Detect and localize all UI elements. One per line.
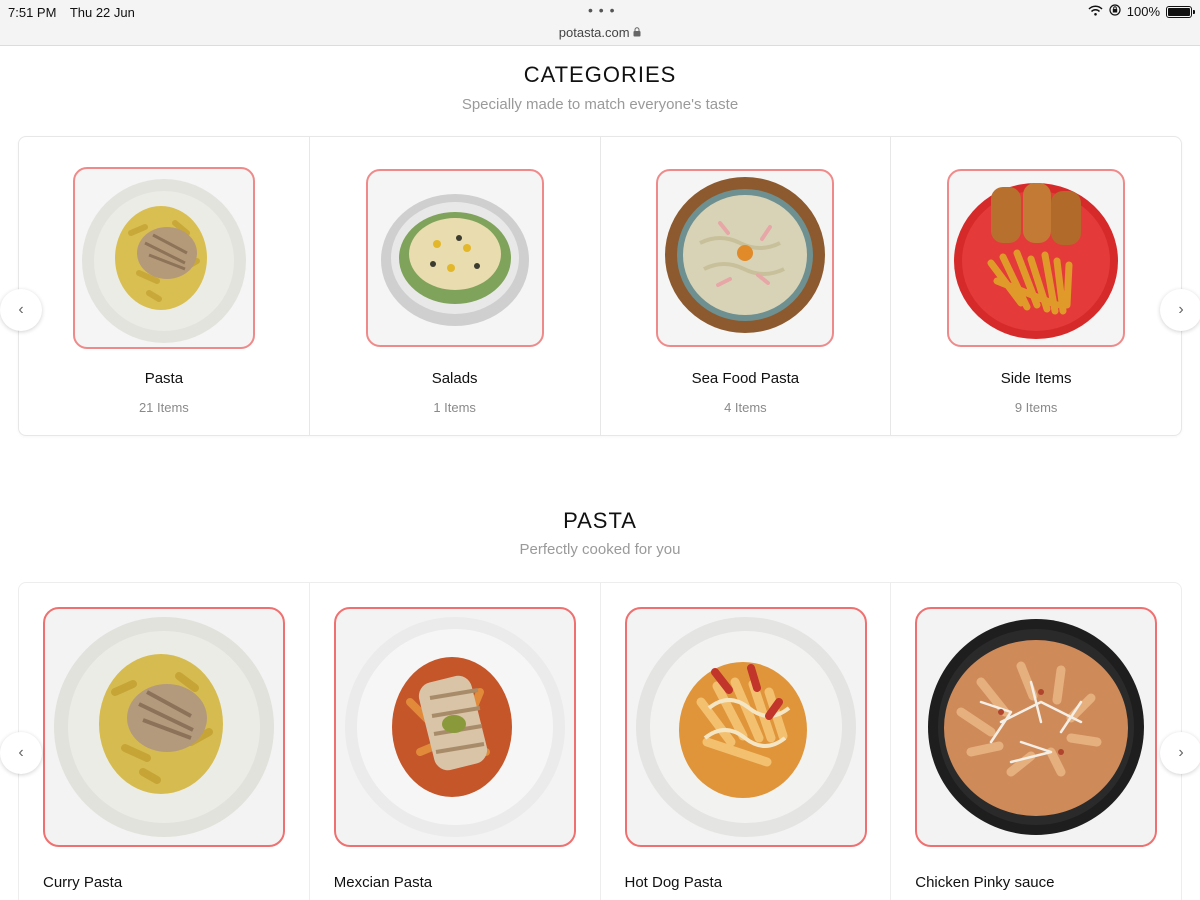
pasta-name: Curry Pasta	[43, 874, 123, 891]
chevron-left-icon: ‹	[18, 744, 24, 761]
categories-title: CATEGORIES	[523, 62, 677, 87]
status-time: 7:51 PM	[8, 5, 57, 20]
category-count: 4 Items	[724, 400, 767, 415]
pasta-carousel: Curry Pasta Mexcian Pasta Hot Dog Pasta …	[18, 582, 1182, 900]
wifi-icon	[1088, 4, 1103, 19]
chevron-right-icon: ›	[1178, 301, 1184, 318]
category-name: Salads	[431, 370, 478, 387]
category-image-sea-food-pasta	[656, 169, 835, 347]
category-image-pasta	[72, 167, 255, 349]
pasta-image-chicken-pinky	[915, 607, 1158, 847]
battery-percent: 100%	[1126, 4, 1160, 19]
pasta-name: Chicken Pinky sauce	[915, 874, 1055, 891]
status-time-date: 7:51 PM Thu 22 Jun	[8, 5, 145, 20]
category-count: 1 Items	[433, 400, 476, 415]
status-indicators: 100%	[1088, 4, 1195, 19]
status-bar: 7:51 PM Thu 22 Jun • • • potasta.com 100…	[0, 0, 1200, 46]
pasta-name: Hot Dog Pasta	[624, 874, 723, 891]
pasta-image-mexcian	[333, 607, 576, 847]
category-count: 9 Items	[1014, 400, 1058, 415]
address-bar[interactable]: potasta.com	[0, 25, 1200, 40]
pasta-title: PASTA	[563, 508, 637, 533]
category-card-salads[interactable]: Salads 1 Items	[310, 137, 601, 435]
category-name: Pasta	[144, 370, 184, 387]
pasta-prev-button[interactable]: ‹	[0, 732, 42, 774]
categories-carousel: Pasta 21 Items Salads 1 Items Sea Food P…	[18, 136, 1182, 436]
status-date: Thu 22 Jun	[69, 5, 135, 20]
pasta-name: Mexcian Pasta	[333, 874, 433, 891]
category-card-sea-food-pasta[interactable]: Sea Food Pasta 4 Items	[601, 137, 892, 435]
category-name: Sea Food Pasta	[691, 370, 800, 387]
pasta-image-hot-dog	[624, 607, 867, 847]
url-text: potasta.com	[558, 25, 630, 40]
battery-icon	[1166, 5, 1195, 18]
category-count: 21 Items	[138, 400, 189, 415]
pasta-image-curry	[43, 607, 285, 847]
category-card-side-items[interactable]: Side Items 9 Items	[891, 137, 1181, 435]
pasta-card-curry[interactable]: Curry Pasta	[19, 583, 310, 900]
category-name: Side Items	[1000, 370, 1072, 387]
pasta-subtitle: Perfectly cooked for you	[519, 541, 681, 558]
categories-next-button[interactable]: ›	[1160, 289, 1200, 331]
pasta-card-chicken-pinky[interactable]: Chicken Pinky sauce	[891, 583, 1181, 900]
categories-subtitle: Specially made to match everyone's taste	[461, 96, 739, 113]
browser-menu-dots[interactable]: • • •	[588, 2, 615, 18]
battery-level	[1168, 7, 1190, 16]
pasta-card-mexcian[interactable]: Mexcian Pasta	[310, 583, 601, 900]
categories-prev-button[interactable]: ‹	[0, 289, 42, 331]
category-image-side-items	[947, 169, 1126, 347]
pasta-card-hot-dog[interactable]: Hot Dog Pasta	[601, 583, 892, 900]
lock-icon	[633, 27, 641, 39]
orientation-lock-icon	[1109, 4, 1121, 19]
pasta-next-button[interactable]: ›	[1160, 732, 1200, 774]
category-image-salads	[365, 169, 544, 347]
chevron-right-icon: ›	[1178, 744, 1184, 761]
chevron-left-icon: ‹	[18, 301, 24, 318]
category-card-pasta[interactable]: Pasta 21 Items	[19, 137, 310, 435]
